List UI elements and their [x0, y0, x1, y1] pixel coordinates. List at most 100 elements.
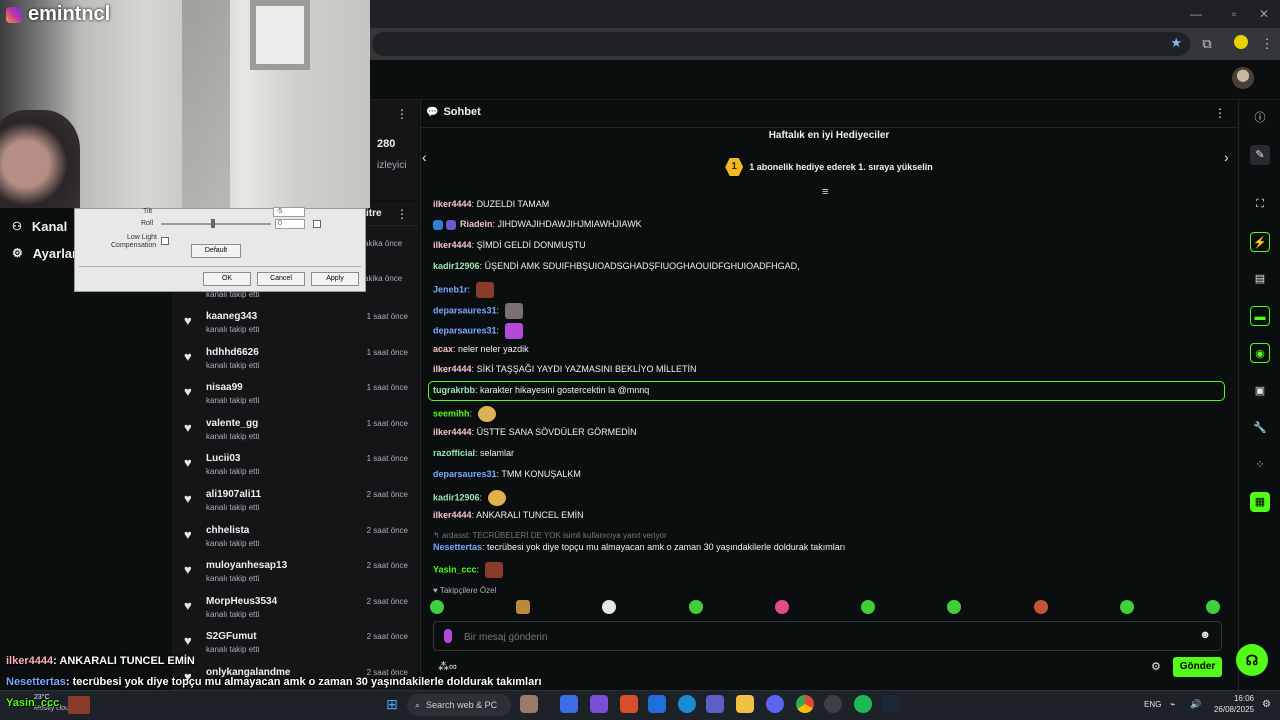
- bookmark-star-icon[interactable]: ★: [1170, 35, 1182, 51]
- nav-item-kanal[interactable]: ⚇ Kanal: [12, 214, 67, 238]
- nav-item-ayarlar[interactable]: ⚙ Ayarlar: [12, 241, 77, 265]
- restore-icon[interactable]: ▫: [1226, 6, 1242, 22]
- chat-username[interactable]: Nesettertas: [433, 542, 482, 552]
- volume-icon[interactable]: 🔊: [1190, 699, 1201, 710]
- clapperboard-icon[interactable]: ▦: [1250, 492, 1270, 512]
- address-bar[interactable]: ★: [372, 32, 1190, 56]
- input-language[interactable]: ENG: [1144, 700, 1161, 709]
- crop-icon[interactable]: ⛶: [1250, 194, 1270, 214]
- default-button[interactable]: Default: [191, 244, 241, 258]
- follower-name[interactable]: S2GFumut: [206, 631, 257, 642]
- feed-row[interactable]: ♥ muloyanhesap13 kanalı takip etti 2 saat ö…: [180, 558, 410, 594]
- emote-icon[interactable]: [1205, 600, 1220, 614]
- support-chat-icon[interactable]: ☊: [1236, 644, 1268, 676]
- tilt-value-field[interactable]: -5: [273, 207, 305, 217]
- chat-username[interactable]: razofficial: [433, 448, 475, 458]
- feed-row[interactable]: ♥ ali1907ali11 kanalı takip etti 2 saat önc…: [180, 487, 410, 523]
- office-icon[interactable]: [620, 695, 638, 713]
- microphone-icon[interactable]: [444, 629, 452, 643]
- chat-input-box[interactable]: ☻: [433, 621, 1222, 651]
- follower-name[interactable]: hdhhd6626: [206, 347, 259, 358]
- outlook-icon[interactable]: [648, 695, 666, 713]
- close-icon[interactable]: ✕: [1256, 6, 1272, 22]
- lightning-icon[interactable]: ⚡: [1250, 232, 1270, 252]
- follower-name[interactable]: MorpHeus3534: [206, 596, 277, 607]
- send-button[interactable]: Gönder: [1173, 657, 1222, 677]
- obs-icon[interactable]: [824, 695, 842, 713]
- emote-icon[interactable]: [774, 600, 789, 614]
- follower-name[interactable]: muloyanhesap13: [206, 560, 287, 571]
- chat-username[interactable]: ilker4444: [433, 364, 472, 374]
- feed-row[interactable]: ♥ hdhhd6626 kanalı takip etti 1 saat önce: [180, 345, 410, 381]
- chat-username[interactable]: ilker4444: [433, 427, 472, 437]
- feed-row[interactable]: ♥ MorpHeus3534 kanalı takip etti 2 saat önc…: [180, 594, 410, 630]
- follower-name[interactable]: Lucii03: [206, 453, 240, 464]
- roll-slider[interactable]: [161, 223, 271, 225]
- browser-menu-icon[interactable]: ⋮: [1258, 35, 1276, 53]
- emote-icon[interactable]: [516, 600, 531, 614]
- chat-username[interactable]: Yasin_ccc: [433, 564, 477, 574]
- steam-icon[interactable]: [882, 695, 900, 713]
- feed-filter-label[interactable]: itre: [366, 208, 382, 219]
- chat-username[interactable]: tugrakrbb: [433, 385, 475, 395]
- chat-username[interactable]: ilker4444: [433, 199, 472, 209]
- feed-row[interactable]: ♥ nisaa99 kanalı takip etti 1 saat önce: [180, 380, 410, 416]
- pinned-collapse-icon[interactable]: ≡: [822, 186, 828, 198]
- profile-extension-icon[interactable]: [1232, 35, 1250, 53]
- teams-icon[interactable]: [706, 695, 724, 713]
- chat-tools-icon[interactable]: ⁂∞: [438, 660, 457, 673]
- roll-value-field[interactable]: 0: [275, 219, 305, 229]
- feed-menu-icon[interactable]: ⋮: [396, 207, 408, 221]
- taskbar-search[interactable]: ⌕ Search web & PC: [407, 694, 511, 716]
- emote-icon[interactable]: [602, 600, 617, 614]
- taskbar-app-icon[interactable]: [590, 695, 608, 713]
- feed-row[interactable]: ♥ chhelista kanalı takip etti 2 saat önce: [180, 523, 410, 559]
- edge-icon[interactable]: [678, 695, 696, 713]
- windows-start-icon[interactable]: ⊞: [383, 695, 401, 713]
- chat-username[interactable]: seemihh: [433, 408, 470, 418]
- file-explorer-icon[interactable]: [736, 695, 754, 713]
- minimize-icon[interactable]: —: [1188, 6, 1204, 22]
- emote-icon[interactable]: [688, 600, 703, 614]
- broadcast-icon[interactable]: ◉: [1250, 343, 1270, 363]
- notifications-icon[interactable]: ⚙: [1262, 699, 1271, 710]
- emote-icon[interactable]: [430, 600, 444, 614]
- chat-menu-icon[interactable]: ⋮: [1214, 106, 1226, 120]
- chat-username[interactable]: Jeneb1r: [433, 284, 468, 294]
- system-clock[interactable]: 16:06 26/08/2025: [1208, 693, 1254, 715]
- cancel-button[interactable]: Cancel: [257, 272, 305, 286]
- discord-icon[interactable]: [766, 695, 784, 713]
- extensions-icon[interactable]: ⧉: [1198, 35, 1216, 53]
- share-icon[interactable]: ⁘: [1250, 455, 1270, 475]
- network-icon[interactable]: ⌁: [1170, 699, 1175, 710]
- feed-row[interactable]: ♥ valente_gg kanalı takip etti 1 saat önce: [180, 416, 410, 452]
- chat-username[interactable]: Riadein: [460, 219, 493, 229]
- emote-icon[interactable]: [1119, 600, 1134, 614]
- taskbar-app-icon[interactable]: [520, 695, 538, 713]
- chat-username[interactable]: kadir12906: [433, 492, 480, 502]
- group-icon[interactable]: ▣: [1250, 381, 1270, 401]
- chat-input[interactable]: [464, 629, 1164, 645]
- chat-username[interactable]: deparsaures31: [433, 469, 497, 479]
- feed-row[interactable]: ♥ Lucii03 kanalı takip etti 1 saat önce: [180, 451, 410, 487]
- chrome-icon[interactable]: [796, 695, 814, 713]
- follower-name[interactable]: kaaneg343: [206, 311, 257, 322]
- ok-button[interactable]: OK: [203, 272, 251, 286]
- feed-row[interactable]: ♥ kaaneg343 kanalı takip etti 1 saat önce: [180, 309, 410, 345]
- wrench-icon[interactable]: 🔧: [1250, 418, 1270, 438]
- emoji-picker-icon[interactable]: ☻: [1199, 629, 1211, 641]
- emote-icon[interactable]: [861, 600, 876, 614]
- emote-icon[interactable]: [947, 600, 962, 614]
- clipboard-icon[interactable]: ▤: [1250, 269, 1270, 289]
- roll-slider-thumb[interactable]: [211, 219, 215, 228]
- follower-name[interactable]: valente_gg: [206, 418, 258, 429]
- chat-username[interactable]: acax: [433, 344, 453, 354]
- chat-username[interactable]: ilker4444: [433, 240, 472, 250]
- chat-bubble-rail-icon[interactable]: ▬: [1250, 306, 1270, 326]
- copilot-icon[interactable]: [560, 695, 578, 713]
- edit-pencil-icon[interactable]: ✎: [1250, 145, 1270, 165]
- user-avatar[interactable]: [1232, 67, 1254, 89]
- chat-username[interactable]: deparsaures31: [433, 305, 497, 315]
- feed-row[interactable]: ♥ S2GFumut kanalı takip etti 2 saat önce: [180, 629, 410, 665]
- chat-username[interactable]: ilker4444: [433, 510, 472, 520]
